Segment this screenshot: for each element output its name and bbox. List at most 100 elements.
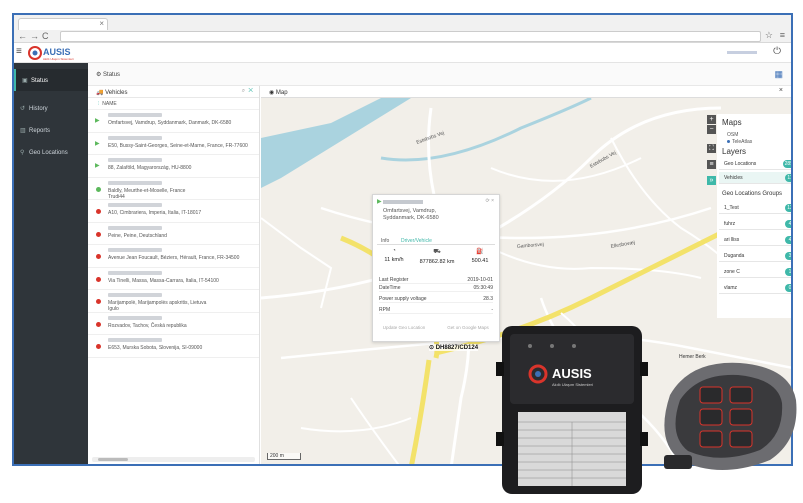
refresh-icon[interactable]: ⟳ [485, 198, 489, 204]
list-item[interactable]: Peine, Peine, Deutschland [88, 223, 259, 245]
filter-icon[interactable]: ⫶ [98, 101, 99, 107]
fullscreen-icon[interactable]: ⛶ [707, 144, 716, 153]
vehicle-name-redacted [108, 270, 162, 275]
browser-tab[interactable]: × [18, 18, 108, 30]
vehicle-name-redacted [108, 158, 162, 162]
grid-view-icon[interactable]: ▦ [774, 69, 783, 80]
stopped-dot-icon [96, 254, 101, 259]
vehicles-title: 🚚 Vehicles [96, 90, 128, 96]
tab-info[interactable]: Info [381, 238, 389, 244]
stopped-dot-icon [96, 276, 101, 282]
fuel-icon: ⛽ [476, 249, 484, 255]
svg-text:AUSIS: AUSIS [43, 47, 71, 57]
list-item[interactable]: Baldly, Meurthe-et-Moselle, France Trudi4… [88, 178, 259, 200]
layer-item-vehicles[interactable]: Vehicles 11 [719, 172, 791, 184]
layer-item-geo-locations[interactable]: Geo Locations 285 [719, 158, 791, 170]
collapse-panel-button[interactable]: » [707, 176, 716, 185]
group-item[interactable]: 1_Test 12 [719, 202, 791, 214]
sidebar-item-label: History [29, 106, 48, 112]
browser-menu-icon[interactable]: ≡ [780, 30, 785, 40]
list-item[interactable]: Avenue Jean Foucault, Béziers, Hérault, … [88, 245, 259, 268]
vehicles-panel: 🚚 Vehicles ⌕ ✕ ⫶ NAME ▶ Omfartsvej, Vamdru… [88, 86, 260, 464]
sidebar-item-label: Status [31, 78, 49, 84]
list-item[interactable]: A10, Cimbrariera, Imperia, Italia, IT-18… [88, 200, 259, 223]
layers-toggle-icon[interactable]: ≡ [707, 160, 716, 169]
list-item[interactable]: E653, Murska Sobota, Slovenija, SI-09000 [88, 335, 259, 358]
vehicle-name-redacted [108, 113, 162, 117]
group-item[interactable]: zone C1 [719, 266, 791, 278]
rpm-row: RPM - [379, 307, 493, 314]
vehicle-name-redacted [108, 180, 162, 185]
browser-chrome: × ← → C ☆ ≡ [14, 15, 791, 43]
search-icon[interactable]: ⌕ [242, 88, 245, 94]
moving-play-icon: ▶ [95, 163, 100, 169]
popup-links: Update Geo Location Get on Google Maps [379, 325, 493, 339]
google-maps-link[interactable]: Get on Google Maps [443, 325, 493, 330]
odometer-icon: ⛟ [433, 249, 441, 255]
group-item[interactable]: fuhrz 4 [719, 218, 791, 230]
fuel-metric: ⛽ 500.41 [461, 248, 499, 264]
sidebar-item-label: Geo Locations [29, 150, 68, 156]
status-bar: ⚙ Status ▦ [88, 63, 791, 86]
close-tab-icon[interactable]: × [99, 19, 104, 28]
stopped-dot-icon [96, 231, 101, 237]
close-icon[interactable]: ✕ [248, 88, 253, 94]
list-item[interactable]: ▶ 88, Zalaföld, Magyarország, HU-8800 [88, 155, 259, 178]
sidebar-item-label: Reports [29, 128, 51, 134]
group-item[interactable]: ari lliss 4 [719, 234, 791, 246]
bookmark-star-icon[interactable]: ☆ [765, 30, 773, 41]
list-item[interactable]: ▶ E50, Bussy-Saint-Georges, Seine-et-Marn… [88, 133, 259, 155]
reports-icon: ▥ [20, 128, 26, 134]
power-icon[interactable]: ⏻ [773, 46, 781, 57]
tab-driver-vehicle[interactable]: Driver/Vehicle [401, 238, 432, 244]
status-icon: ▣ [22, 78, 28, 84]
zoom-in-button[interactable]: + [707, 115, 716, 124]
username-redacted [727, 51, 757, 54]
forward-icon[interactable]: → [30, 31, 39, 41]
vehicle-name-redacted [108, 135, 162, 140]
group-item[interactable]: Duganda 3 [719, 250, 791, 262]
vehicle-name-redacted [108, 293, 162, 297]
vehicle-name-redacted [108, 203, 162, 207]
map-option-teleatlas[interactable]: TeleAtlas [727, 139, 752, 145]
sidebar-item-status[interactable]: ▣ Status [14, 69, 88, 91]
list-item[interactable]: Via Tinelli, Massa, Massa-Carrara, Itali… [88, 268, 259, 290]
zoom-out-button[interactable]: − [707, 125, 716, 134]
driver-keypad-image [664, 362, 797, 470]
url-row: ← → C ☆ ≡ [14, 30, 791, 43]
idle-dot-icon [96, 186, 101, 192]
name-column-header[interactable]: ⫶ NAME [88, 98, 259, 110]
address-bar[interactable] [60, 31, 761, 42]
vehicle-name-redacted [383, 200, 423, 204]
voltage-row: Power supply voltage 28.3 [379, 296, 493, 303]
horizontal-scrollbar[interactable] [92, 457, 255, 462]
status-title: ⚙ Status [96, 72, 121, 78]
sidebar-item-reports[interactable]: ▥ Reports [14, 119, 88, 141]
popup-address: Omfartsvej, Vamdrup, Syddanmark, DK-6580 [383, 208, 439, 221]
map-title: ◉ Map [269, 90, 288, 96]
list-item[interactable]: Marijampolė, Marijampolės apskritis, Lie… [88, 290, 259, 313]
close-icon[interactable]: × [779, 87, 783, 94]
hamburger-menu-icon[interactable]: ≡ [16, 46, 22, 57]
speed-metric: ◔ 11 km/h [375, 248, 413, 263]
vehicle-name-redacted [108, 248, 162, 252]
vehicle-map-label[interactable]: ⊙ DH8827/CD124 [429, 344, 479, 351]
map-panel-header: ◉ Map × [261, 86, 791, 98]
reload-icon[interactable]: C [42, 31, 49, 41]
list-item[interactable]: Rozvadov, Tachov, Česká republika [88, 313, 259, 335]
close-icon[interactable]: × [491, 198, 494, 204]
sidebar-item-history[interactable]: ↺ History [14, 97, 88, 119]
list-item[interactable]: ▶ Omfartsvej, Vamdrup, Syddanmark, Danmar… [88, 110, 259, 133]
update-geo-location-link[interactable]: Update Geo Location [379, 325, 429, 330]
map-option-osm[interactable]: OSM [727, 132, 738, 138]
group-item[interactable]: vlamz 0 [719, 282, 791, 294]
sidebar: ▣ Status ↺ History ▥ Reports ⚲ Geo Locations [14, 63, 88, 464]
stopped-dot-icon [96, 299, 101, 304]
moving-play-icon: ▶ [377, 199, 382, 205]
sidebar-item-geo-locations[interactable]: ⚲ Geo Locations [14, 141, 88, 163]
geo-groups-title: Geo Locations Groups [722, 191, 783, 197]
stopped-dot-icon [96, 321, 101, 327]
geo-icon: ⚲ [20, 150, 25, 156]
back-icon[interactable]: ← [18, 31, 27, 41]
maps-title: Maps [722, 118, 742, 127]
